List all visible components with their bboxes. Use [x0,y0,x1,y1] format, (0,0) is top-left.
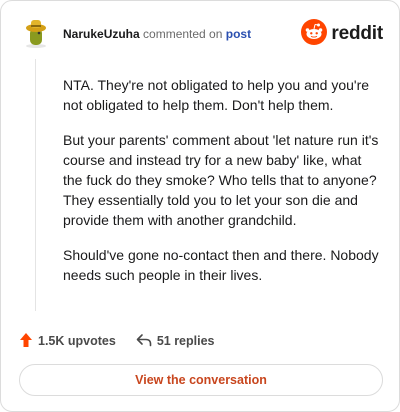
thread-line [35,59,36,311]
comment-paragraph: But your parents' comment about 'let nat… [63,132,379,228]
reddit-wordmark: reddit [331,23,383,44]
reddit-brand[interactable]: reddit [301,18,383,50]
upvote-arrow-icon [19,332,38,351]
comment-header: NarukeUzuha commented on post reddit [19,15,383,55]
replies-stat[interactable]: 51 replies [136,333,215,350]
comment-paragraph: NTA. They're not obligated to help you a… [63,77,370,113]
reddit-logo-icon [301,18,328,50]
comment-meta: NarukeUzuha commented on post [63,27,251,41]
embedded-comment-card: NarukeUzuha commented on post reddit NTA… [0,0,400,412]
post-link[interactable]: post [226,27,251,41]
action-text: commented on [143,27,223,41]
upvotes-count: 1.5K upvotes [38,334,116,348]
replies-count: 51 replies [156,334,215,348]
view-conversation-button[interactable]: View the conversation [19,364,383,396]
comment-stats: 1.5K upvotes 51 replies [19,331,215,351]
avatar-icon[interactable] [19,15,53,49]
username-link[interactable]: NarukeUzuha [63,27,140,41]
comment-body: NTA. They're not obligated to help you a… [63,75,383,300]
upvotes-stat[interactable]: 1.5K upvotes [19,332,116,351]
comment-paragraph: Should've gone no-contact then and there… [63,247,379,283]
reply-arrow-icon [136,333,157,350]
